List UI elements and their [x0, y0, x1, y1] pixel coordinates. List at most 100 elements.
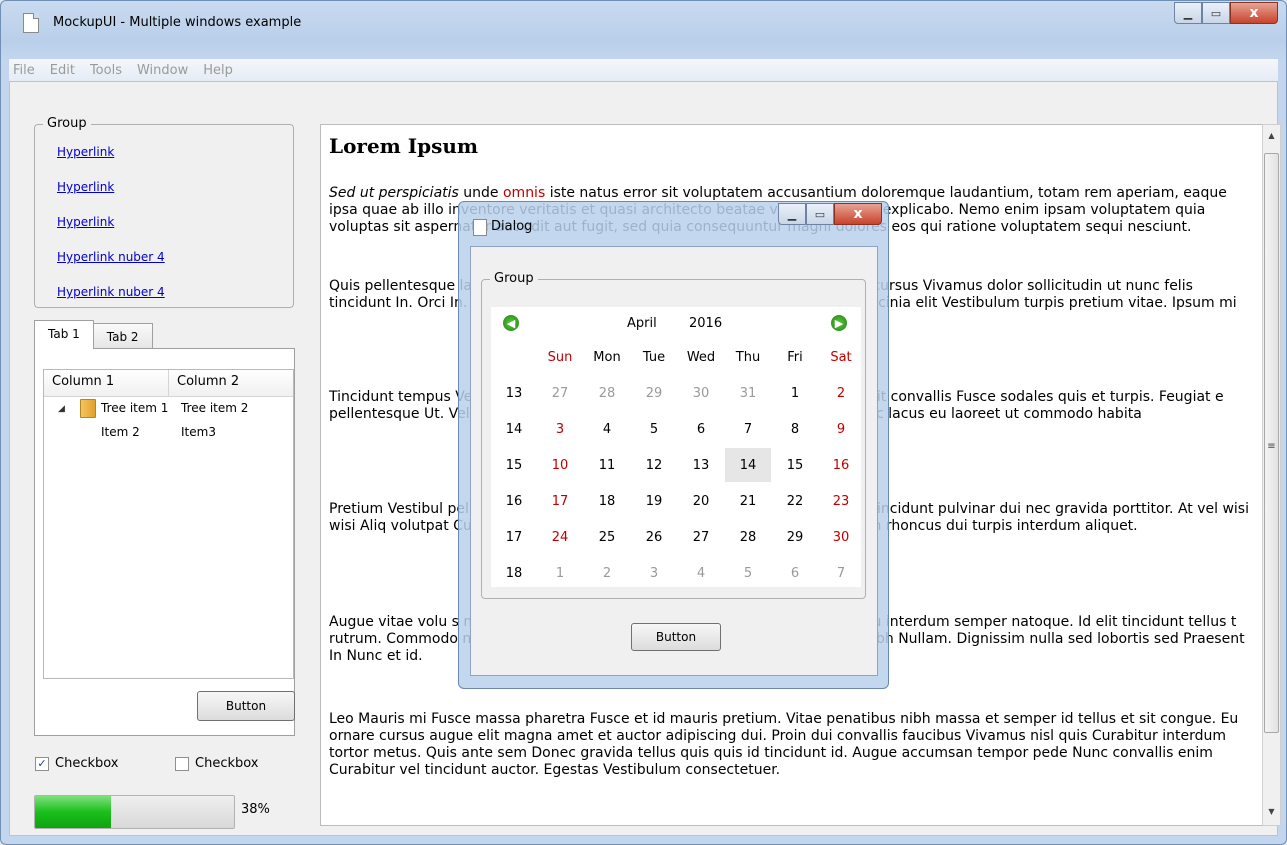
close-button[interactable]: x: [1230, 2, 1278, 24]
calendar-day[interactable]: 16: [818, 448, 864, 482]
document-heading: Lorem Ipsum: [329, 134, 479, 158]
checkbox-2[interactable]: Checkbox: [175, 756, 259, 771]
expand-arrow-icon[interactable]: ◢: [58, 404, 65, 414]
calendar-day[interactable]: 21: [725, 484, 771, 518]
week-number: 15: [505, 457, 523, 473]
hyperlink-3[interactable]: Hyperlink: [57, 215, 114, 229]
menu-file[interactable]: File: [13, 63, 35, 78]
minimize-icon: ▁: [1183, 6, 1193, 20]
calendar-day[interactable]: 3: [537, 412, 583, 446]
group-title: Group: [43, 116, 91, 131]
calendar-day[interactable]: 8: [772, 412, 818, 446]
calendar-day[interactable]: 17: [537, 484, 583, 518]
calendar-day[interactable]: 5: [631, 412, 677, 446]
calendar-day[interactable]: 10: [537, 448, 583, 482]
hyperlink-1[interactable]: Hyperlink: [57, 145, 114, 159]
calendar-day[interactable]: 2: [584, 556, 630, 590]
left-button[interactable]: Button: [197, 691, 295, 721]
calendar-day[interactable]: 7: [818, 556, 864, 590]
calendar-day[interactable]: 30: [678, 376, 724, 410]
dialog-maximize-button[interactable]: ▭: [806, 203, 834, 225]
title-bar[interactable]: MockupUI - Multiple windows example ▁ ▭ …: [1, 1, 1286, 45]
calendar-day[interactable]: 4: [584, 412, 630, 446]
column-header-1[interactable]: Column 1: [44, 370, 169, 396]
menu-edit[interactable]: Edit: [50, 63, 75, 78]
calendar-day[interactable]: 7: [725, 412, 771, 446]
calendar-day[interactable]: 1: [537, 556, 583, 590]
vertical-scrollbar[interactable]: ▲ ≡ ▼: [1262, 124, 1281, 826]
scroll-down-icon[interactable]: ▼: [1263, 807, 1280, 816]
checkbox-1-box[interactable]: ✓: [35, 756, 49, 771]
previous-month-icon[interactable]: ◀: [503, 315, 519, 331]
tab-2[interactable]: Tab 2: [92, 323, 153, 349]
calendar-day[interactable]: 31: [725, 376, 771, 410]
calendar-day[interactable]: 19: [631, 484, 677, 518]
grip-icon: ≡: [1267, 441, 1276, 452]
minimize-button[interactable]: ▁: [1174, 2, 1202, 24]
tree-item-2-col2: Item3: [181, 425, 216, 439]
dialog-minimize-button[interactable]: ▁: [778, 203, 806, 225]
menu-window[interactable]: Window: [137, 63, 188, 78]
calendar-day[interactable]: 20: [678, 484, 724, 518]
calendar-day[interactable]: 15: [772, 448, 818, 482]
calendar-day[interactable]: 18: [584, 484, 630, 518]
calendar-year[interactable]: 2016: [689, 316, 722, 331]
menu-tools[interactable]: Tools: [90, 63, 122, 78]
column-header-2[interactable]: Column 2: [169, 370, 293, 396]
calendar-day[interactable]: 27: [678, 520, 724, 554]
calendar-day[interactable]: 25: [584, 520, 630, 554]
week-number: 17: [505, 529, 523, 545]
calendar-day[interactable]: 24: [537, 520, 583, 554]
calendar-day[interactable]: 6: [678, 412, 724, 446]
minimize-icon: ▁: [787, 207, 797, 221]
calendar-day[interactable]: 1: [772, 376, 818, 410]
calendar-day[interactable]: 28: [584, 376, 630, 410]
calendar-day[interactable]: 4: [678, 556, 724, 590]
calendar-day[interactable]: 11: [584, 448, 630, 482]
calendar-day[interactable]: 6: [772, 556, 818, 590]
weekday-header: Mon: [593, 349, 621, 365]
tree-header: Column 1 Column 2: [44, 370, 293, 397]
calendar-day[interactable]: 3: [631, 556, 677, 590]
calendar-day[interactable]: 13: [678, 448, 724, 482]
checkbox-1[interactable]: ✓ Checkbox: [35, 756, 119, 771]
hyperlink-4[interactable]: Hyperlink nuber 4: [57, 250, 165, 264]
calendar-day[interactable]: 28: [725, 520, 771, 554]
calendar-day[interactable]: 26: [631, 520, 677, 554]
next-month-icon[interactable]: ▶: [831, 315, 847, 331]
close-icon: x: [853, 206, 863, 222]
maximize-button[interactable]: ▭: [1202, 2, 1230, 24]
calendar-day[interactable]: 27: [537, 376, 583, 410]
weekday-header: Sat: [830, 349, 852, 365]
red-text: omnis: [502, 185, 546, 201]
calendar-day[interactable]: 29: [772, 520, 818, 554]
dialog-window: Dialog ▁ ▭ x Group ◀ April 2016 ▶ Sun Mon…: [458, 201, 889, 689]
calendar-day[interactable]: 2: [818, 376, 864, 410]
italic-text: Sed ut perspiciatis: [329, 185, 459, 201]
tree-item-2[interactable]: Item 2: [101, 425, 140, 439]
hyperlink-5[interactable]: Hyperlink nuber 4: [57, 285, 165, 299]
menu-bar: File Edit Tools Window Help: [9, 59, 1278, 81]
menu-help[interactable]: Help: [203, 63, 233, 78]
week-number: 16: [505, 493, 523, 509]
checkbox-2-box[interactable]: [175, 756, 189, 771]
tree-item-1[interactable]: Tree item 1: [101, 401, 168, 415]
calendar-month[interactable]: April: [627, 316, 657, 331]
calendar-day[interactable]: 23: [818, 484, 864, 518]
tree-view[interactable]: Column 1 Column 2 ◢ Tree item 1 Tree ite…: [43, 369, 294, 679]
calendar-day[interactable]: 12: [631, 448, 677, 482]
weekday-header: Sun: [547, 349, 573, 365]
scroll-up-icon[interactable]: ▲: [1263, 131, 1280, 140]
tab-bar: Tab 1 Tab 2: [34, 320, 153, 349]
hyperlink-2[interactable]: Hyperlink: [57, 180, 114, 194]
calendar-day[interactable]: 30: [818, 520, 864, 554]
calendar-day[interactable]: 29: [631, 376, 677, 410]
calendar-day[interactable]: 14: [725, 448, 771, 482]
calendar-day[interactable]: 22: [772, 484, 818, 518]
dialog-button[interactable]: Button: [631, 623, 721, 651]
calendar-day[interactable]: 5: [725, 556, 771, 590]
calendar-day[interactable]: 9: [818, 412, 864, 446]
tab-1[interactable]: Tab 1: [34, 320, 94, 349]
dialog-close-button[interactable]: x: [834, 203, 882, 225]
progress-bar: [34, 795, 235, 829]
